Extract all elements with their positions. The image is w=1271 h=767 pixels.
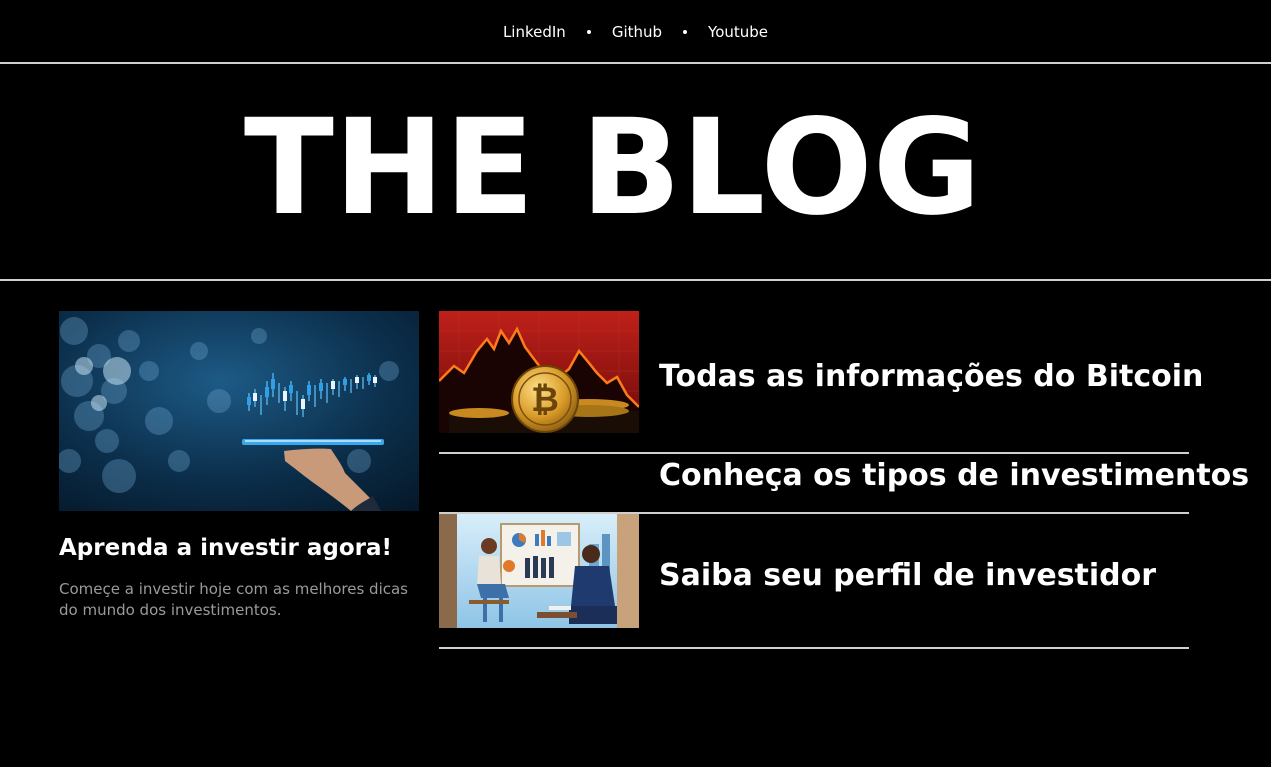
post-title-bitcoin[interactable]: Todas as informações do Bitcoin [659, 359, 1203, 395]
bitcoin-coin-icon[interactable]: ₿ [439, 311, 639, 433]
svg-text:₿: ₿ [531, 380, 559, 420]
list-item: ₿ Todas as informações do Bitcoin [439, 311, 1203, 433]
list-item: Saiba seu perfil de investidor [439, 514, 1189, 628]
featured-post-description: Começe a investir hoje com as melhores d… [59, 580, 408, 619]
featured-post: Aprenda a investir agora! Começe a inves… [59, 311, 419, 621]
nav-link-youtube[interactable]: Youtube [708, 23, 768, 41]
top-nav: LinkedIn Github Youtube [0, 0, 1271, 63]
nav-separator-dot [683, 29, 688, 34]
investment-chart-hand-icon[interactable] [59, 311, 419, 511]
post-title-perfil-investidor[interactable]: Saiba seu perfil de investidor [659, 558, 1156, 594]
page-title: THE BLOG [243, 90, 982, 245]
list-item: Conheça os tipos de investimentos [439, 454, 1249, 512]
nav-separator-dot [586, 29, 591, 34]
nav-link-linkedin[interactable]: LinkedIn [503, 23, 566, 41]
post-title-tipos-investimentos[interactable]: Conheça os tipos de investimentos [659, 458, 1249, 494]
advisor-meeting-icon[interactable] [439, 514, 639, 628]
header-divider-bottom [0, 279, 1271, 281]
featured-post-title[interactable]: Aprenda a investir agora! [59, 533, 419, 563]
post-divider [439, 647, 1189, 649]
hero: THE BLOG [0, 64, 1271, 279]
nav-link-github[interactable]: Github [612, 23, 662, 41]
